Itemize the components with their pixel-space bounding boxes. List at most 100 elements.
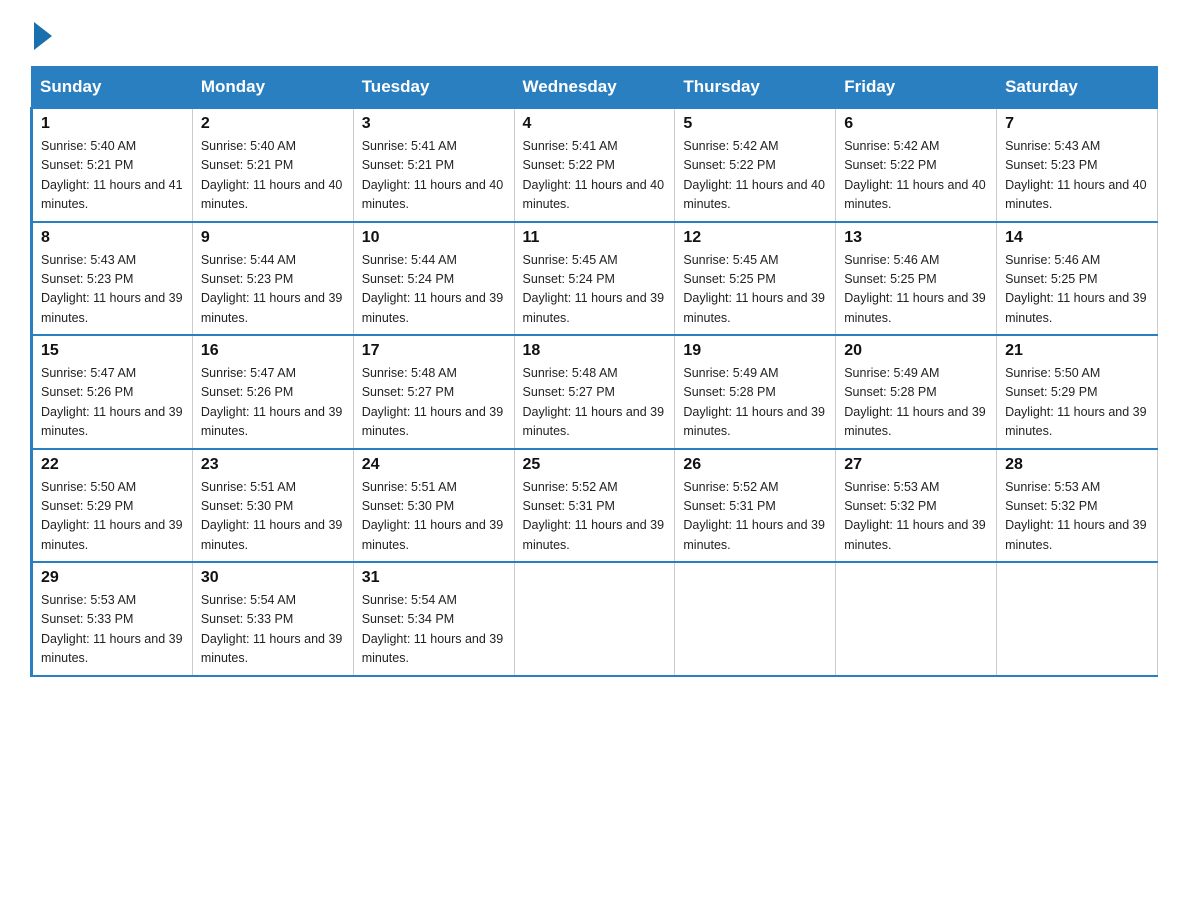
- day-number: 15: [41, 342, 184, 360]
- day-info: Sunrise: 5:43 AMSunset: 5:23 PMDaylight:…: [1005, 137, 1149, 215]
- day-number: 30: [201, 569, 345, 587]
- day-info: Sunrise: 5:41 AMSunset: 5:22 PMDaylight:…: [523, 137, 667, 215]
- day-number: 11: [523, 229, 667, 247]
- day-info: Sunrise: 5:40 AMSunset: 5:21 PMDaylight:…: [41, 137, 184, 215]
- calendar-cell: 14 Sunrise: 5:46 AMSunset: 5:25 PMDayligh…: [997, 222, 1158, 336]
- day-number: 14: [1005, 229, 1149, 247]
- calendar-cell: 31 Sunrise: 5:54 AMSunset: 5:34 PMDayligh…: [353, 562, 514, 676]
- calendar-week-row: 1 Sunrise: 5:40 AMSunset: 5:21 PMDaylight…: [32, 108, 1158, 222]
- calendar-cell: 13 Sunrise: 5:46 AMSunset: 5:25 PMDayligh…: [836, 222, 997, 336]
- col-header-tuesday: Tuesday: [353, 67, 514, 109]
- day-info: Sunrise: 5:50 AMSunset: 5:29 PMDaylight:…: [1005, 364, 1149, 442]
- calendar-cell: 22 Sunrise: 5:50 AMSunset: 5:29 PMDayligh…: [32, 449, 193, 563]
- calendar-cell: 24 Sunrise: 5:51 AMSunset: 5:30 PMDayligh…: [353, 449, 514, 563]
- day-number: 18: [523, 342, 667, 360]
- day-info: Sunrise: 5:49 AMSunset: 5:28 PMDaylight:…: [683, 364, 827, 442]
- calendar-table: SundayMondayTuesdayWednesdayThursdayFrid…: [30, 66, 1158, 677]
- col-header-thursday: Thursday: [675, 67, 836, 109]
- day-number: 24: [362, 456, 506, 474]
- day-info: Sunrise: 5:53 AMSunset: 5:32 PMDaylight:…: [1005, 478, 1149, 556]
- day-number: 6: [844, 115, 988, 133]
- day-info: Sunrise: 5:40 AMSunset: 5:21 PMDaylight:…: [201, 137, 345, 215]
- calendar-cell: 3 Sunrise: 5:41 AMSunset: 5:21 PMDaylight…: [353, 108, 514, 222]
- day-info: Sunrise: 5:42 AMSunset: 5:22 PMDaylight:…: [844, 137, 988, 215]
- calendar-cell: 20 Sunrise: 5:49 AMSunset: 5:28 PMDayligh…: [836, 335, 997, 449]
- day-info: Sunrise: 5:50 AMSunset: 5:29 PMDaylight:…: [41, 478, 184, 556]
- calendar-week-row: 8Sunrise: 5:43 AMSunset: 5:23 PMDaylight…: [32, 222, 1158, 336]
- calendar-cell: 6 Sunrise: 5:42 AMSunset: 5:22 PMDaylight…: [836, 108, 997, 222]
- day-info: Sunrise: 5:51 AMSunset: 5:30 PMDaylight:…: [362, 478, 506, 556]
- day-info: Sunrise: 5:51 AMSunset: 5:30 PMDaylight:…: [201, 478, 345, 556]
- calendar-week-row: 22 Sunrise: 5:50 AMSunset: 5:29 PMDayligh…: [32, 449, 1158, 563]
- day-number: 3: [362, 115, 506, 133]
- day-number: 1: [41, 115, 184, 133]
- calendar-cell: [836, 562, 997, 676]
- col-header-sunday: Sunday: [32, 67, 193, 109]
- calendar-cell: 2 Sunrise: 5:40 AMSunset: 5:21 PMDaylight…: [192, 108, 353, 222]
- calendar-cell: [514, 562, 675, 676]
- day-info: Sunrise: 5:44 AMSunset: 5:23 PMDaylight:…: [201, 251, 345, 329]
- calendar-cell: 16 Sunrise: 5:47 AMSunset: 5:26 PMDayligh…: [192, 335, 353, 449]
- logo-arrow-icon: [34, 22, 52, 50]
- calendar-week-row: 29Sunrise: 5:53 AMSunset: 5:33 PMDayligh…: [32, 562, 1158, 676]
- day-number: 28: [1005, 456, 1149, 474]
- calendar-cell: 17Sunrise: 5:48 AMSunset: 5:27 PMDayligh…: [353, 335, 514, 449]
- calendar-cell: 27 Sunrise: 5:53 AMSunset: 5:32 PMDayligh…: [836, 449, 997, 563]
- day-info: Sunrise: 5:47 AMSunset: 5:26 PMDaylight:…: [201, 364, 345, 442]
- col-header-saturday: Saturday: [997, 67, 1158, 109]
- calendar-cell: 11Sunrise: 5:45 AMSunset: 5:24 PMDayligh…: [514, 222, 675, 336]
- col-header-friday: Friday: [836, 67, 997, 109]
- day-info: Sunrise: 5:53 AMSunset: 5:33 PMDaylight:…: [41, 591, 184, 669]
- day-info: Sunrise: 5:53 AMSunset: 5:32 PMDaylight:…: [844, 478, 988, 556]
- calendar-cell: 5 Sunrise: 5:42 AMSunset: 5:22 PMDaylight…: [675, 108, 836, 222]
- day-number: 13: [844, 229, 988, 247]
- calendar-cell: 26 Sunrise: 5:52 AMSunset: 5:31 PMDayligh…: [675, 449, 836, 563]
- day-number: 26: [683, 456, 827, 474]
- day-info: Sunrise: 5:45 AMSunset: 5:25 PMDaylight:…: [683, 251, 827, 329]
- day-info: Sunrise: 5:49 AMSunset: 5:28 PMDaylight:…: [844, 364, 988, 442]
- day-number: 4: [523, 115, 667, 133]
- calendar-cell: 19 Sunrise: 5:49 AMSunset: 5:28 PMDayligh…: [675, 335, 836, 449]
- calendar-cell: 9 Sunrise: 5:44 AMSunset: 5:23 PMDaylight…: [192, 222, 353, 336]
- day-info: Sunrise: 5:44 AMSunset: 5:24 PMDaylight:…: [362, 251, 506, 329]
- page-header: [30, 20, 1158, 46]
- calendar-header-row: SundayMondayTuesdayWednesdayThursdayFrid…: [32, 67, 1158, 109]
- day-number: 19: [683, 342, 827, 360]
- day-number: 27: [844, 456, 988, 474]
- day-number: 20: [844, 342, 988, 360]
- day-number: 8: [41, 229, 184, 247]
- calendar-cell: 4 Sunrise: 5:41 AMSunset: 5:22 PMDaylight…: [514, 108, 675, 222]
- day-info: Sunrise: 5:42 AMSunset: 5:22 PMDaylight:…: [683, 137, 827, 215]
- col-header-monday: Monday: [192, 67, 353, 109]
- day-info: Sunrise: 5:54 AMSunset: 5:34 PMDaylight:…: [362, 591, 506, 669]
- day-info: Sunrise: 5:41 AMSunset: 5:21 PMDaylight:…: [362, 137, 506, 215]
- calendar-cell: 21Sunrise: 5:50 AMSunset: 5:29 PMDayligh…: [997, 335, 1158, 449]
- day-number: 16: [201, 342, 345, 360]
- day-info: Sunrise: 5:46 AMSunset: 5:25 PMDaylight:…: [844, 251, 988, 329]
- calendar-cell: 25 Sunrise: 5:52 AMSunset: 5:31 PMDayligh…: [514, 449, 675, 563]
- day-info: Sunrise: 5:52 AMSunset: 5:31 PMDaylight:…: [683, 478, 827, 556]
- logo: [30, 20, 52, 46]
- calendar-cell: 15Sunrise: 5:47 AMSunset: 5:26 PMDayligh…: [32, 335, 193, 449]
- calendar-cell: 1 Sunrise: 5:40 AMSunset: 5:21 PMDaylight…: [32, 108, 193, 222]
- calendar-cell: 12 Sunrise: 5:45 AMSunset: 5:25 PMDayligh…: [675, 222, 836, 336]
- day-number: 23: [201, 456, 345, 474]
- day-number: 7: [1005, 115, 1149, 133]
- calendar-cell: 30 Sunrise: 5:54 AMSunset: 5:33 PMDayligh…: [192, 562, 353, 676]
- calendar-cell: [675, 562, 836, 676]
- day-number: 22: [41, 456, 184, 474]
- day-number: 9: [201, 229, 345, 247]
- calendar-cell: 10 Sunrise: 5:44 AMSunset: 5:24 PMDayligh…: [353, 222, 514, 336]
- day-info: Sunrise: 5:46 AMSunset: 5:25 PMDaylight:…: [1005, 251, 1149, 329]
- day-number: 5: [683, 115, 827, 133]
- col-header-wednesday: Wednesday: [514, 67, 675, 109]
- day-number: 10: [362, 229, 506, 247]
- day-info: Sunrise: 5:54 AMSunset: 5:33 PMDaylight:…: [201, 591, 345, 669]
- day-number: 25: [523, 456, 667, 474]
- day-info: Sunrise: 5:52 AMSunset: 5:31 PMDaylight:…: [523, 478, 667, 556]
- calendar-cell: 29Sunrise: 5:53 AMSunset: 5:33 PMDayligh…: [32, 562, 193, 676]
- day-number: 2: [201, 115, 345, 133]
- day-number: 12: [683, 229, 827, 247]
- day-number: 31: [362, 569, 506, 587]
- calendar-cell: [997, 562, 1158, 676]
